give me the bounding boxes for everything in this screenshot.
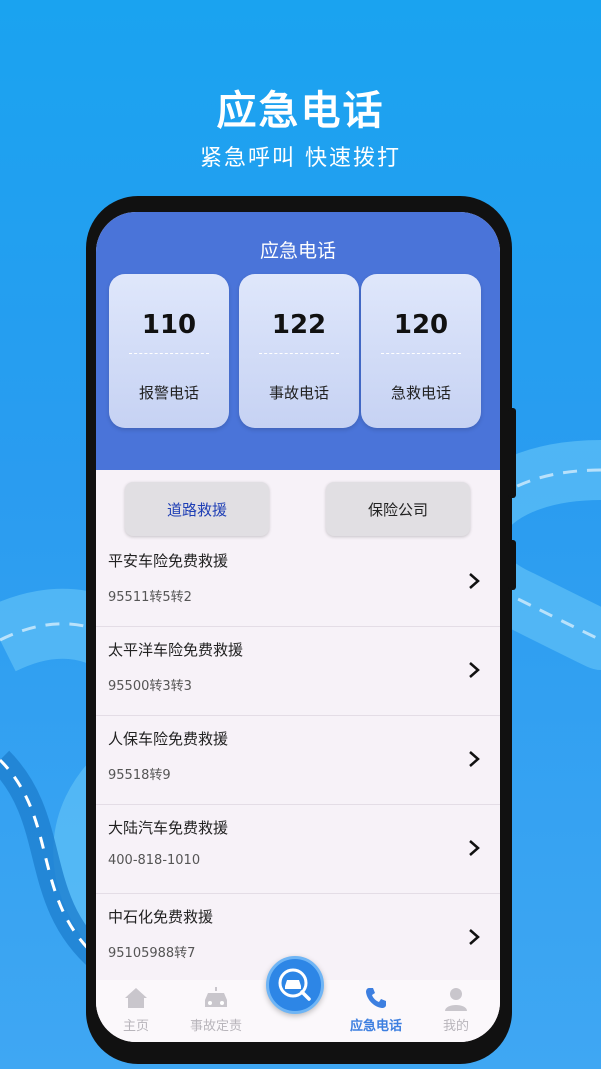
app-screen: 应急电话 110 报警电话 122 事故电话 120 急救电话 道路救援 保险公… <box>96 212 500 1042</box>
list-item[interactable]: 平安车险免费救援 95511转5转2 <box>96 538 500 627</box>
nav-label: 主页 <box>122 1019 149 1034</box>
chevron-right-icon <box>469 662 480 678</box>
user-icon <box>445 988 467 1011</box>
phone-side-button <box>508 540 516 590</box>
chevron-right-icon <box>469 573 480 589</box>
center-car-search-button[interactable] <box>266 956 324 1014</box>
card-divider <box>381 353 461 354</box>
phone-side-button <box>508 408 516 498</box>
nav-emergency-phone[interactable]: 应急电话 <box>336 980 416 1042</box>
chevron-right-icon <box>469 929 480 945</box>
item-name: 平安车险免费救援 <box>108 552 229 570</box>
rescue-list: 平安车险免费救援 95511转5转2 太平洋车险免费救援 95500转3转3 人… <box>96 538 500 983</box>
emergency-card-120[interactable]: 120 急救电话 <box>361 274 481 428</box>
hero-title: 应急电话 <box>216 88 385 134</box>
card-number: 120 <box>393 310 449 340</box>
item-phone: 95500转3转3 <box>108 679 192 694</box>
card-divider <box>129 353 209 354</box>
item-name: 中石化免费救援 <box>108 908 214 926</box>
emergency-card-122[interactable]: 122 事故电话 <box>239 274 359 428</box>
car-accident-icon <box>205 987 227 1007</box>
nav-label: 我的 <box>442 1019 469 1034</box>
hero-subtitle: 紧急呼叫 快速拨打 <box>200 146 401 171</box>
emergency-card-110[interactable]: 110 报警电话 <box>109 274 229 428</box>
chevron-right-icon <box>469 751 480 767</box>
item-phone: 95518转9 <box>108 768 171 783</box>
tab-insurance[interactable]: 保险公司 <box>326 482 470 536</box>
chevron-right-icon <box>469 840 480 856</box>
card-label: 报警电话 <box>138 384 199 402</box>
list-item[interactable]: 大陆汽车免费救援 400-818-1010 <box>96 805 500 894</box>
card-label: 急救电话 <box>390 384 451 402</box>
header-panel: 应急电话 110 报警电话 122 事故电话 120 急救电话 <box>96 212 500 470</box>
item-phone: 400-818-1010 <box>108 853 201 868</box>
nav-label: 应急电话 <box>349 1019 402 1034</box>
car-search-icon <box>278 968 311 1001</box>
tab-road-rescue[interactable]: 道路救援 <box>125 482 269 536</box>
phone-icon <box>366 988 386 1008</box>
list-item[interactable]: 太平洋车险免费救援 95500转3转3 <box>96 627 500 716</box>
item-name: 人保车险免费救援 <box>108 730 229 748</box>
item-name: 大陆汽车免费救援 <box>108 819 229 837</box>
card-divider <box>259 353 339 354</box>
app-title: 应急电话 <box>259 240 336 262</box>
item-phone: 95511转5转2 <box>108 590 192 605</box>
item-phone: 95105988转7 <box>108 946 196 961</box>
nav-profile[interactable]: 我的 <box>416 980 496 1042</box>
nav-accident[interactable]: 事故定责 <box>176 980 256 1042</box>
card-number: 110 <box>141 310 197 340</box>
card-label: 事故电话 <box>268 384 329 402</box>
card-number: 122 <box>271 310 327 340</box>
nav-label: 事故定责 <box>189 1019 242 1034</box>
item-name: 太平洋车险免费救援 <box>108 641 244 659</box>
list-item[interactable]: 人保车险免费救援 95518转9 <box>96 716 500 805</box>
home-icon <box>125 988 147 1008</box>
nav-home[interactable]: 主页 <box>96 980 176 1042</box>
